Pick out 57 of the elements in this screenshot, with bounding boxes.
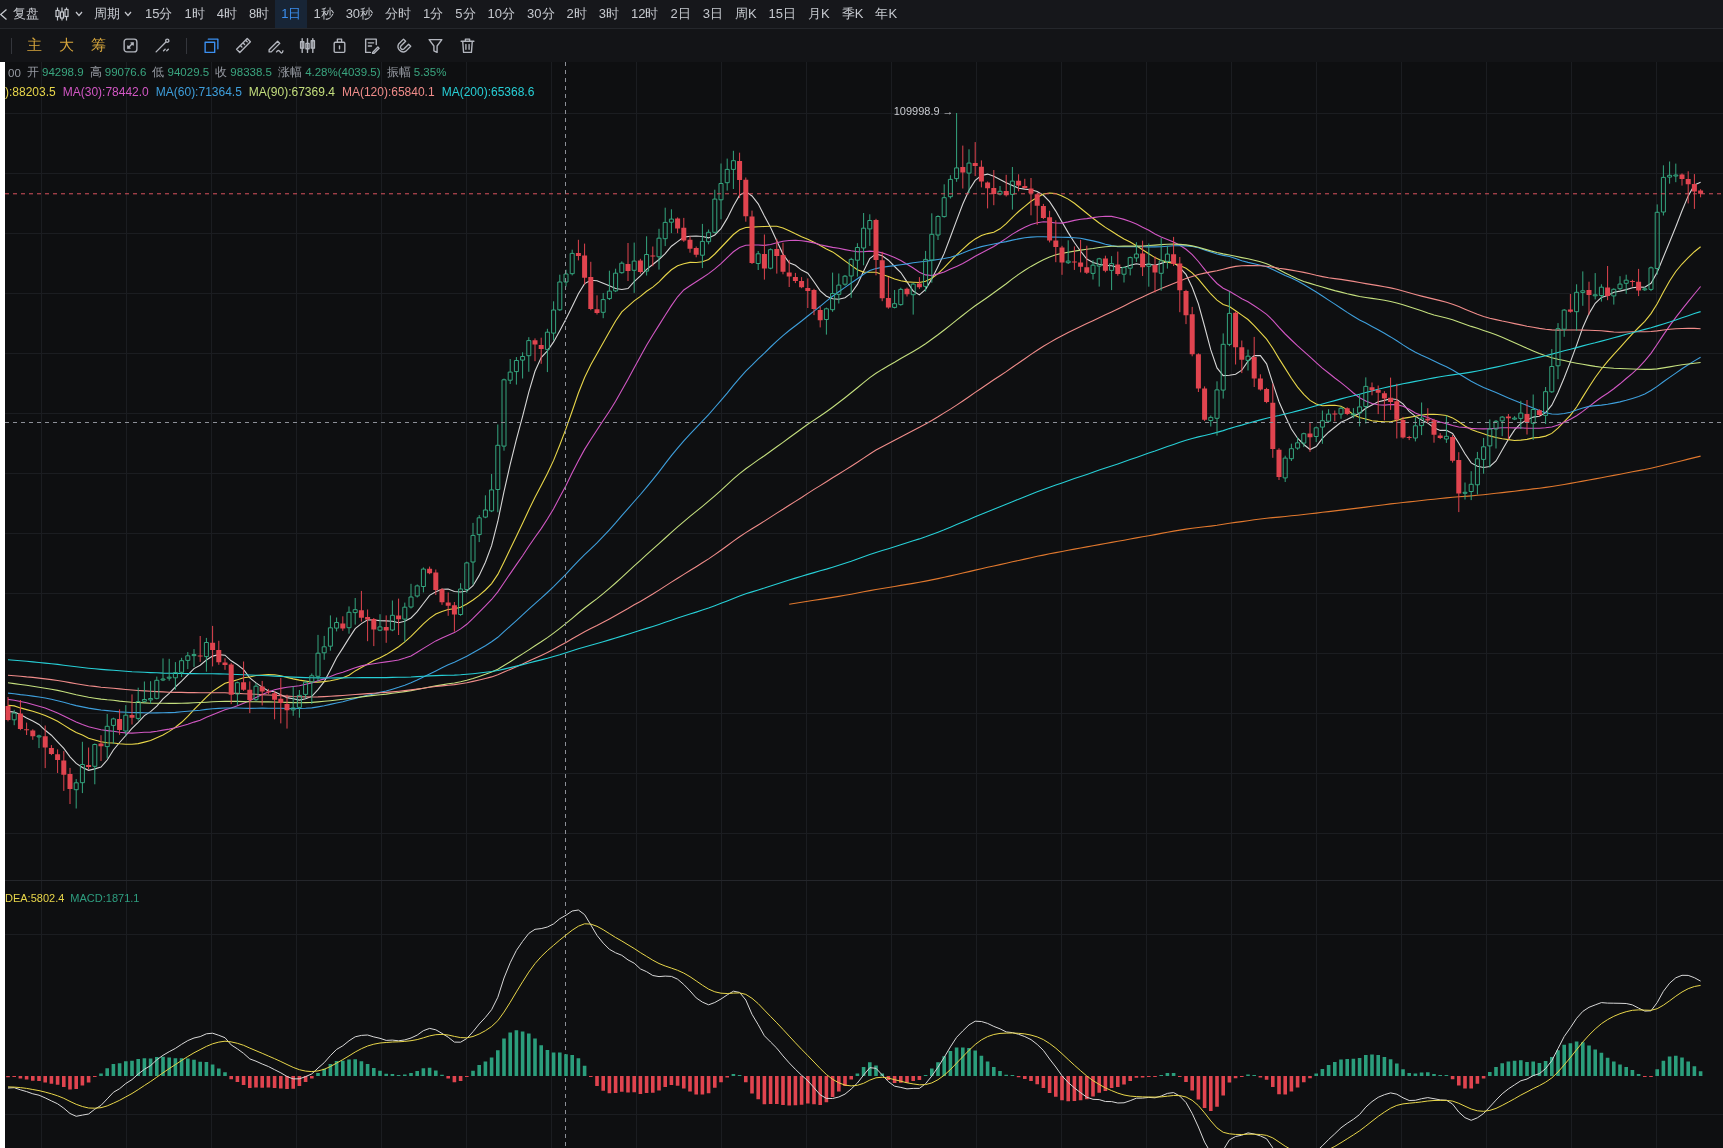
interval-tab[interactable]: 10分 xyxy=(481,0,522,28)
lock-icon[interactable] xyxy=(330,37,348,54)
interval-tab[interactable]: 15分 xyxy=(139,0,179,28)
stacked-squares-icon[interactable] xyxy=(202,37,220,54)
chevron-left-icon xyxy=(0,8,7,20)
interval-tab[interactable]: 年K xyxy=(869,0,904,28)
caret-icon[interactable] xyxy=(75,11,83,17)
replay-button[interactable]: 复盘 xyxy=(0,0,41,28)
interval-tab[interactable]: 3日 xyxy=(696,0,729,28)
interval-tab[interactable]: 30分 xyxy=(521,0,561,28)
price-readout: 振幅 5.35% xyxy=(386,65,447,80)
interval-tab[interactable]: 2日 xyxy=(664,0,697,28)
candlestick-icon[interactable] xyxy=(54,6,70,22)
moving-average-readout: MA(60):71364.5 xyxy=(155,84,242,99)
moving-average-readout: MA(120):65840.1 xyxy=(341,84,435,99)
price-readout: 涨幅 4.28%(4039.5) xyxy=(277,65,381,80)
price-readout: 收 98338.5 xyxy=(215,65,272,80)
interval-tab[interactable]: 1日 xyxy=(275,0,308,28)
interval-tab[interactable]: 1时 xyxy=(178,0,211,28)
indicator-button[interactable]: 大 xyxy=(50,31,82,60)
interval-tab[interactable]: 1秒 xyxy=(307,0,340,28)
moving-average-readout: MA(90):67369.4 xyxy=(248,84,335,99)
moving-average-readout: ):88203.5 xyxy=(5,84,56,99)
interval-tab[interactable]: 分时 xyxy=(379,0,418,28)
caret-icon xyxy=(124,11,132,17)
macd-readout: MACD:1871.1 xyxy=(70,891,140,906)
interval-tab[interactable]: 月K xyxy=(802,0,836,28)
moving-average-readout: MA(200):65368.6 xyxy=(441,84,535,99)
interval-tab[interactable]: 4时 xyxy=(210,0,243,28)
price-readout: 开 94298.9 xyxy=(26,65,84,80)
interval-tab[interactable]: 3时 xyxy=(592,0,625,28)
indicator-button[interactable]: 主 xyxy=(18,31,50,60)
macd-readout: DEA:5802.4 xyxy=(5,891,65,906)
trash-icon[interactable] xyxy=(458,37,476,54)
interval-tab[interactable]: 12时 xyxy=(625,0,665,28)
price-readout: 低 94029.5 xyxy=(152,65,210,80)
magnet-icon[interactable] xyxy=(394,37,412,54)
price-readout: 高 99076.6 xyxy=(89,65,147,80)
filter-icon[interactable] xyxy=(426,37,444,54)
period-dropdown[interactable]: 周期 xyxy=(93,0,133,28)
candlestick-icon[interactable] xyxy=(298,37,316,54)
moving-average-readout: MA(30):78442.0 xyxy=(62,84,149,99)
interval-tab[interactable]: 8时 xyxy=(242,0,276,28)
square-arrows-icon[interactable] xyxy=(121,37,139,54)
interval-tab[interactable]: 2时 xyxy=(560,0,593,28)
interval-tab[interactable]: 30秒 xyxy=(339,0,380,28)
slanted-line-icon[interactable] xyxy=(153,37,171,54)
note-pencil-icon[interactable] xyxy=(362,37,380,54)
time-fragment: 00 xyxy=(8,66,21,79)
high-price-label: 109998.9 → xyxy=(893,104,954,118)
ruler-icon[interactable] xyxy=(234,37,252,54)
interval-tab[interactable]: 季K xyxy=(835,0,870,28)
interval-tab[interactable]: 5分 xyxy=(449,0,482,28)
interval-tab[interactable]: 周K xyxy=(728,0,763,28)
interval-tab[interactable]: 15日 xyxy=(762,0,803,28)
indicator-button[interactable]: 筹 xyxy=(82,31,114,60)
interval-tab[interactable]: 1分 xyxy=(417,0,450,28)
